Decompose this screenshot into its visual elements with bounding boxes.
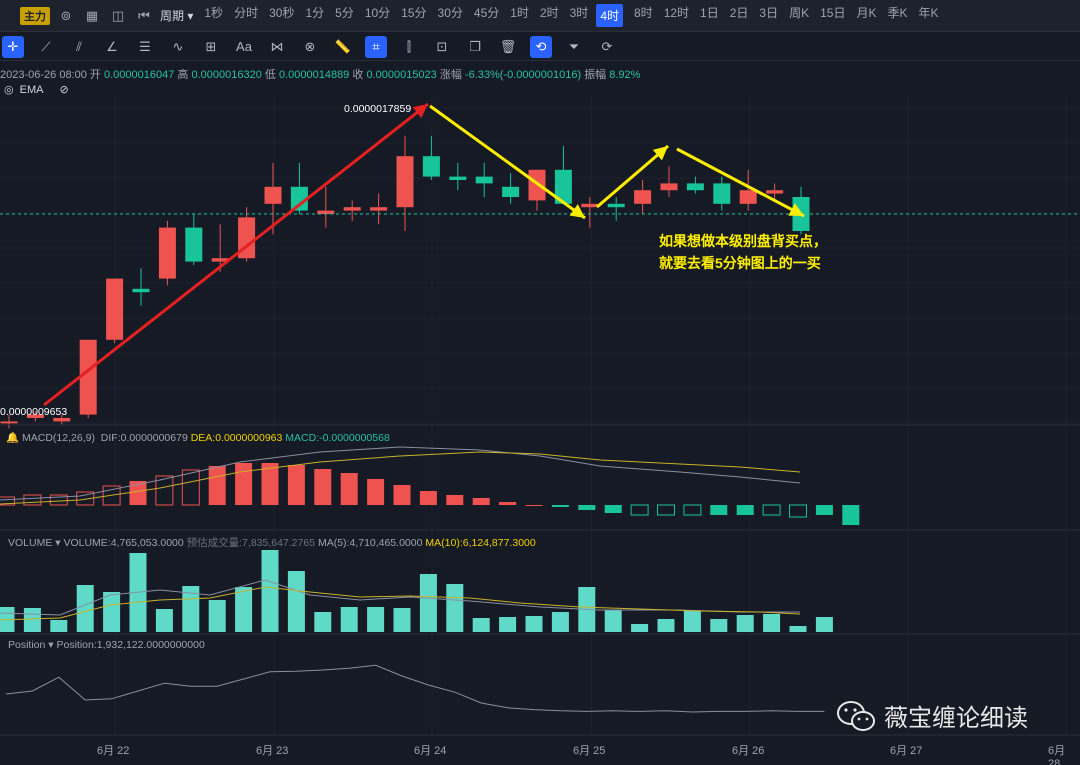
volume-bar [103,592,121,632]
volume-bar [155,609,173,632]
volume-bar [657,619,675,632]
volume-bar [789,626,807,632]
candle-body [502,186,520,197]
macd-bar [314,469,332,505]
x-axis-label: 6月 22 [97,745,130,757]
x-axis-label: 6月 23 [256,745,289,757]
macd-legend: 🔔 MACD(12,26,9) DIF:0.0000000679 DEA:0.0… [6,432,390,444]
macd-bar [657,504,675,516]
volume-bar [208,600,226,632]
candle-body [660,183,678,191]
macd-bar [340,473,358,505]
watermark: 薇宝缠论细读 [836,698,1028,733]
volume-bar [50,620,68,632]
x-axis-label: 6月 27 [890,745,923,757]
macd-bar [578,505,596,510]
macd-bar [181,469,200,506]
macd-bar [23,494,42,506]
macd-bar [815,505,833,515]
volume-bar [763,614,781,632]
candle-body [713,183,731,204]
macd-bar [842,505,860,525]
candle-body [343,207,361,211]
candle-body [317,210,335,214]
macd-bar [762,504,781,516]
volume-bar [419,574,437,632]
volume-bar [472,618,490,632]
candle-body [396,156,414,208]
volume-bar [235,587,253,632]
candle-body [79,339,97,415]
volume-bar [736,615,754,632]
volume-legend: VOLUME ▾ VOLUME:4,765,053.0000 预估成交量:7,8… [8,537,536,549]
macd-bar [551,505,569,507]
volume-bar [446,584,464,632]
macd-bar [683,504,702,516]
red-uptrend-arrow [43,102,429,407]
candle-body [766,190,784,194]
volume-bar [604,610,622,632]
macd-bar [208,466,226,505]
candle-body [185,227,203,262]
macd-bar [499,502,517,505]
volume-bar [340,607,358,632]
volume-bar [367,607,385,632]
macd-bar [525,505,543,506]
volume-bar [76,585,94,632]
volume-bar [23,608,41,632]
volume-bar [525,616,543,632]
candle-body [607,203,625,208]
bell-icon[interactable]: 🔔 [6,432,19,444]
position-line [5,664,825,713]
x-axis-label: 6月 24 [414,745,447,757]
volume-bar [710,619,728,632]
low-price-mark: 0.0000009653 [0,406,68,418]
volume-bar [683,611,701,632]
candle-body [686,183,704,191]
volume-bar [314,612,332,632]
macd-bar [235,463,253,505]
yellow-down-arrow-1 [429,104,586,220]
candle-body [634,190,652,204]
candle-body [106,278,124,340]
macd-bar [630,504,649,516]
candle-body [132,288,150,293]
x-axis-label: 6月 28 [1048,745,1066,765]
candle-body [0,421,18,424]
macd-bar [287,465,305,505]
candle-body [53,418,71,422]
candle-body [739,190,757,204]
yellow-up-arrow [596,144,669,209]
macd-bar [736,505,754,515]
annotation-text: 如果想做本级别盘背买点， 就要去看5分钟图上的一买 [659,233,827,271]
macd-bar [472,498,490,505]
yellow-down-arrow-2 [676,147,805,218]
wechat-icon [837,700,875,731]
macd-bar [446,495,464,505]
volume-bar [815,617,833,632]
volume-bar [631,624,649,632]
position-legend: Position ▾ Position:1,932,122.0000000000 [8,639,205,651]
macd-bar [419,491,437,505]
macd-bar [367,479,385,505]
macd-bar [710,505,728,515]
candle-body [475,176,493,184]
macd-bar [789,504,807,518]
volume-bar [393,608,411,632]
candle-body [370,207,388,211]
candle-body [581,203,599,208]
x-axis-label: 6月 25 [573,745,606,757]
volume-bar [261,550,279,632]
candle-body [449,176,467,180]
candle-body [158,227,176,279]
macd-bar [604,505,622,513]
candle-body [422,156,440,177]
high-price-mark: 0.0000017859 [344,103,412,115]
volume-bar [287,571,305,632]
volume-bar [499,617,517,632]
x-axis-label: 6月 26 [732,745,765,757]
volume-bar [551,612,569,632]
macd-bar [393,485,411,505]
candle-body [264,186,282,204]
